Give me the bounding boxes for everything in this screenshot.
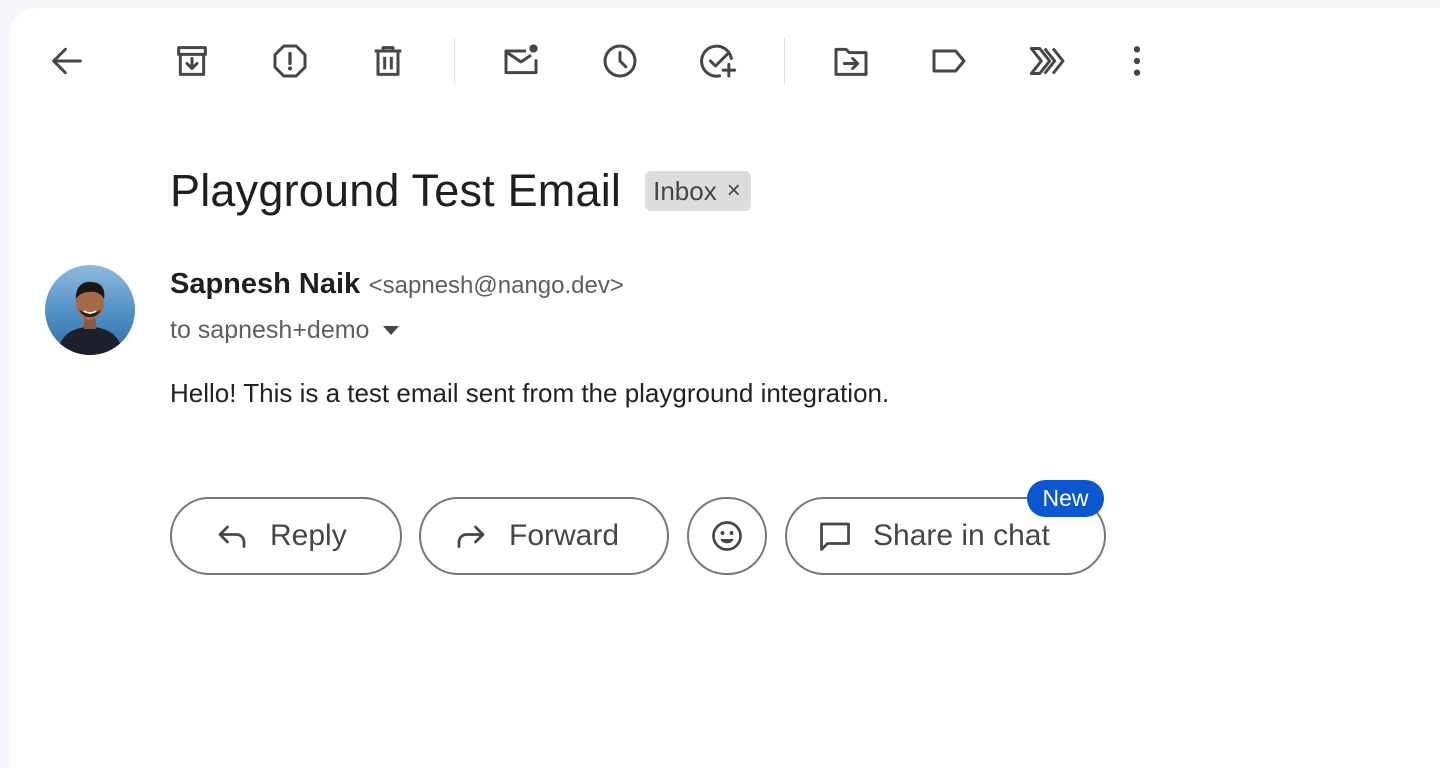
more-options-icon [1133, 46, 1141, 76]
recipients-line: to sapnesh+demo [170, 316, 400, 345]
filter-similar-button[interactable] [1025, 38, 1071, 84]
email-subject: Playground Test Email [170, 165, 622, 216]
snooze-button[interactable] [597, 38, 643, 84]
label-button[interactable] [926, 38, 972, 84]
subject-row: Playground Test Email Inbox × [170, 164, 751, 218]
remove-label-icon[interactable]: × [727, 177, 741, 205]
forward-icon [457, 525, 485, 548]
forward-label: Forward [509, 519, 620, 552]
sender-avatar[interactable] [45, 265, 135, 355]
report-spam-button[interactable] [267, 38, 313, 84]
reply-icon [218, 525, 246, 548]
label-chip-text: Inbox [653, 175, 717, 206]
reply-label: Reply [270, 519, 347, 552]
toolbar-divider [454, 38, 455, 84]
report-spam-icon [273, 44, 307, 78]
forward-button[interactable]: Forward [419, 497, 669, 575]
show-details-icon[interactable] [383, 326, 400, 335]
new-feature-badge: New [1027, 480, 1104, 517]
filter-similar-icon [1029, 47, 1065, 75]
label-icon [932, 49, 966, 73]
move-to-button[interactable] [828, 38, 874, 84]
sender-name[interactable]: Sapnesh Naik [170, 268, 360, 300]
mark-unread-icon [504, 44, 538, 75]
delete-icon [374, 46, 402, 76]
archive-button[interactable] [169, 38, 215, 84]
emoji-reaction-button[interactable] [687, 497, 767, 575]
emoji-icon [712, 521, 742, 551]
toolbar-divider [784, 38, 785, 84]
share-in-chat-label: Share in chat [873, 519, 1050, 552]
sender-line: Sapnesh Naik <sapnesh@nango.dev> [170, 268, 624, 301]
move-to-icon [834, 47, 868, 76]
recipients-text: to sapnesh+demo [170, 316, 370, 344]
back-button[interactable] [44, 38, 90, 84]
back-icon [52, 47, 82, 75]
mark-unread-button[interactable] [498, 38, 544, 84]
snooze-icon [603, 44, 637, 78]
sender-photo [45, 265, 135, 355]
reply-button[interactable]: Reply [170, 497, 402, 575]
delete-button[interactable] [365, 38, 411, 84]
add-to-tasks-button[interactable] [695, 38, 741, 84]
archive-icon [177, 46, 207, 76]
email-body: Hello! This is a test email sent from th… [170, 378, 890, 408]
sender-email: <sapnesh@nango.dev> [368, 272, 624, 299]
more-options-button[interactable] [1114, 38, 1160, 84]
chat-icon [820, 522, 850, 551]
inbox-label-chip[interactable]: Inbox × [645, 171, 751, 211]
add-to-tasks-icon [700, 44, 737, 78]
